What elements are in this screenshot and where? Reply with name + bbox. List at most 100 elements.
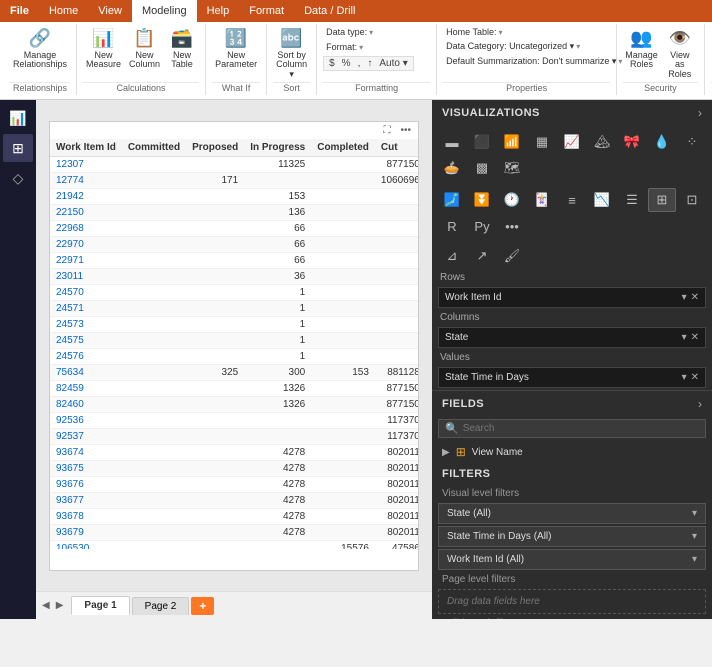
filter-state-time-expand[interactable]: ▾ [692, 531, 697, 542]
menu-home[interactable]: Home [39, 0, 88, 22]
default-summarization-dropdown[interactable]: Default Summarization: Don't summarize ▾… [443, 55, 625, 68]
manage-relationships-button[interactable]: 🔗 ManageRelationships [10, 26, 70, 72]
rows-field-remove[interactable]: ✕ [691, 292, 699, 303]
model-view-icon[interactable]: ◇ [3, 164, 33, 192]
prev-page-arrow[interactable]: ◀ [40, 598, 52, 613]
sort-by-column-button[interactable]: 🔤 Sort byColumn ▾ [273, 26, 310, 82]
col-completed[interactable]: Completed [311, 139, 375, 157]
menu-data-drill[interactable]: Data / Drill [294, 0, 365, 22]
viz-bar-chart[interactable]: ▬ [438, 130, 466, 154]
viz-table[interactable]: ⊞ [648, 188, 676, 212]
viz-gauge[interactable]: 🕐 [498, 188, 526, 212]
add-page-button[interactable]: + [191, 597, 214, 615]
menu-view[interactable]: View [88, 0, 132, 22]
cell-18-0: 93674 [50, 444, 122, 460]
values-drop-zone[interactable]: State Time in Days ▾ ✕ [438, 367, 706, 388]
col-in-progress[interactable]: In Progress [244, 139, 311, 157]
cell-21-1 [122, 492, 186, 508]
columns-field-remove[interactable]: ✕ [691, 332, 699, 343]
viz-pie[interactable]: 🥧 [438, 156, 466, 180]
viz-filter-icon[interactable]: ⊿ [438, 244, 466, 268]
report-view-icon[interactable]: 📊 [3, 104, 33, 132]
filter-work-item-expand[interactable]: ▾ [692, 554, 697, 565]
field-view-name[interactable]: ▶ ⊞ View Name [432, 442, 712, 462]
col-cut[interactable]: Cut [375, 139, 418, 157]
viz-format-icon[interactable]: 🖌 [498, 244, 526, 268]
viz-scatter[interactable]: ⁘ [678, 130, 706, 154]
cell-2-5 [375, 188, 418, 204]
format-dropdown[interactable]: Format: ▾ [323, 41, 366, 53]
viz-funnel[interactable]: ⏬ [468, 188, 496, 212]
values-field-remove[interactable]: ✕ [691, 372, 699, 383]
viz-ribbon[interactable]: 🎀 [618, 130, 646, 154]
table-scroll[interactable]: Work Item Id Committed Proposed In Progr… [50, 139, 418, 549]
comma-format-button[interactable]: , [355, 57, 364, 70]
col-proposed[interactable]: Proposed [186, 139, 244, 157]
viz-r-visual[interactable]: R [438, 214, 466, 238]
visual-options-button[interactable]: ••• [397, 124, 414, 137]
viz-treemap[interactable]: ▩ [468, 156, 496, 180]
new-measure-button[interactable]: 📊 NewMeasure [83, 26, 124, 72]
page-tab-1[interactable]: Page 1 [71, 596, 129, 615]
data-view-icon[interactable]: ⊞ [3, 134, 33, 162]
viz-line-chart[interactable]: 📈 [558, 130, 586, 154]
viz-stacked-bar[interactable]: ⬛ [468, 130, 496, 154]
rows-field-expand[interactable]: ▾ [682, 292, 687, 303]
cell-9-2 [186, 300, 244, 316]
next-page-arrow[interactable]: ▶ [54, 598, 66, 613]
menu-format[interactable]: Format [239, 0, 294, 22]
viz-kpi[interactable]: 📉 [588, 188, 616, 212]
viz-filled-map[interactable]: 🗾 [438, 188, 466, 212]
fields-expand-icon[interactable]: › [698, 397, 702, 411]
columns-field-expand[interactable]: ▾ [682, 332, 687, 343]
cell-15-4 [311, 396, 375, 412]
table-row: 936784278802011 [50, 508, 418, 524]
col-work-item-id[interactable]: Work Item Id [50, 139, 122, 157]
percent-format-button[interactable]: % [339, 57, 354, 70]
viz-multi-row-card[interactable]: ≡ [558, 188, 586, 212]
view-as-roles-button[interactable]: 👁️ View asRoles [662, 26, 698, 82]
page-tab-2[interactable]: Page 2 [132, 597, 190, 615]
data-category-dropdown[interactable]: Data Category: Uncategorized ▾ ▾ [443, 40, 583, 53]
filter-state[interactable]: State (All) ▾ [438, 503, 706, 524]
values-field-expand[interactable]: ▾ [682, 372, 687, 383]
table-row: 92536117370 [50, 412, 418, 428]
viz-drillthrough-icon[interactable]: ↗ [468, 244, 496, 268]
cell-12-2 [186, 348, 244, 364]
cell-19-4 [311, 460, 375, 476]
fields-search-box[interactable]: 🔍 [438, 419, 706, 438]
viz-column-chart[interactable]: 📶 [498, 130, 526, 154]
menu-modeling[interactable]: Modeling [132, 0, 197, 22]
viz-matrix[interactable]: ⊡ [678, 188, 706, 212]
data-type-dropdown[interactable]: Data type: ▾ [323, 26, 376, 38]
new-parameter-button[interactable]: 🔢 NewParameter [212, 26, 260, 72]
columns-drop-zone[interactable]: State ▾ ✕ [438, 327, 706, 348]
new-table-button[interactable]: 🗃️ NewTable [165, 26, 199, 72]
col-committed[interactable]: Committed [122, 139, 186, 157]
cell-17-0: 92537 [50, 428, 122, 444]
new-column-button[interactable]: 📋 NewColumn [126, 26, 163, 72]
home-table-dropdown[interactable]: Home Table: ▾ [443, 26, 505, 38]
viz-slicer[interactable]: ☰ [618, 188, 646, 212]
filter-work-item-id[interactable]: Work Item Id (All) ▾ [438, 549, 706, 570]
fields-search-input[interactable] [463, 423, 699, 434]
viz-card[interactable]: 🃏 [528, 188, 556, 212]
viz-stacked-column[interactable]: ▦ [528, 130, 556, 154]
viz-waterfall[interactable]: 💧 [648, 130, 676, 154]
viz-py-visual[interactable]: Py [468, 214, 496, 238]
visualizations-header[interactable]: VISUALIZATIONS › [432, 100, 712, 126]
manage-roles-button[interactable]: 👥 ManageRoles [623, 26, 660, 72]
viz-area-chart[interactable]: 🏔 [588, 130, 616, 154]
expand-visual-button[interactable]: ⛶ [380, 124, 393, 137]
increase-decimal-button[interactable]: ↑ [364, 57, 375, 70]
auto-dropdown-button[interactable]: Auto ▾ [376, 57, 410, 70]
menu-file[interactable]: File [0, 0, 39, 22]
menu-help[interactable]: Help [197, 0, 240, 22]
filter-state-expand[interactable]: ▾ [692, 508, 697, 519]
viz-map[interactable]: 🗺 [498, 156, 526, 180]
rows-drop-zone[interactable]: Work Item Id ▾ ✕ [438, 287, 706, 308]
filter-state-time[interactable]: State Time in Days (All) ▾ [438, 526, 706, 547]
dollar-format-button[interactable]: $ [326, 57, 338, 70]
viz-more[interactable]: ••• [498, 214, 526, 238]
properties-group-label: Properties [443, 82, 610, 95]
